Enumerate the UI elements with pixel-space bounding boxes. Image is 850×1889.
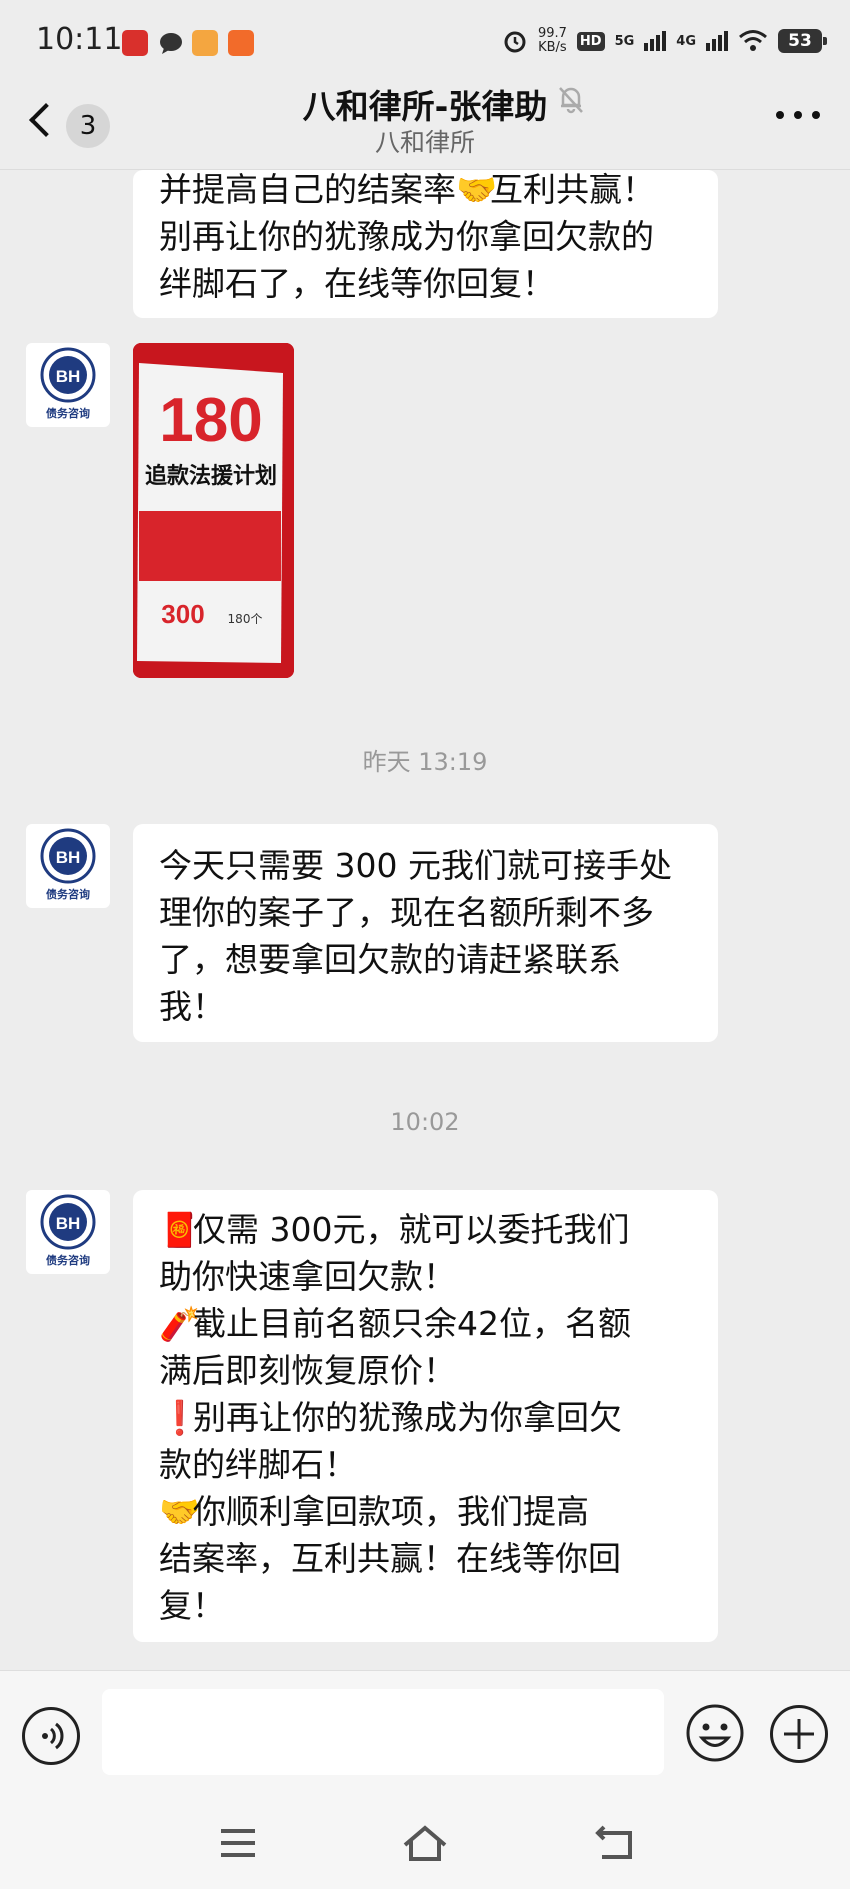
chat-header: 3 八和律所-张律助 八和律所	[0, 80, 850, 170]
firecracker-emoji-icon: 🧨	[159, 1304, 201, 1343]
message-text: 截止目前名额只余42位，名额 满后即刻恢复原价！	[159, 1304, 631, 1390]
voice-input-button[interactable]	[22, 1707, 80, 1765]
poster-note: 180个	[228, 612, 263, 626]
status-bar: 10:11 99.7 KB/s HD 5G 4G 53	[0, 0, 850, 80]
avatar-label: 债务咨询	[46, 888, 90, 901]
svg-text:BH: BH	[56, 367, 81, 386]
bell-muted-icon	[559, 87, 583, 114]
exclamation-emoji-icon: ❗	[159, 1398, 201, 1437]
input-bar	[0, 1670, 850, 1795]
cartoon-app-icon	[192, 30, 218, 56]
voice-icon	[42, 1722, 64, 1750]
message-bubble[interactable]: 🧧仅需 300元，就可以委托我们 助你快速拿回欠款！ 🧨截止目前名额只余42位，…	[133, 1190, 718, 1642]
hd-badge: HD	[576, 31, 605, 51]
chat-bubble-icon	[158, 30, 184, 56]
plus-icon[interactable]	[770, 1705, 828, 1763]
red-envelope-emoji-icon: 🧧	[159, 1210, 201, 1249]
handshake-emoji-icon: 🤝	[456, 170, 498, 209]
poster-image[interactable]: 180 追款法援计划 300 180个	[133, 343, 294, 678]
home-icon[interactable]	[400, 1823, 450, 1863]
network-type-b: 4G	[676, 33, 696, 49]
svg-text:BH: BH	[56, 1214, 81, 1233]
battery-indicator: 53	[778, 29, 827, 53]
wifi-icon	[739, 30, 767, 51]
message-bubble[interactable]: 今天只需要 300 元我们就可接手处 理你的案子了，现在名额所剩不多 了，想要拿…	[133, 824, 718, 1042]
chat-subtitle: 八和律所	[374, 128, 475, 157]
message-text: 仅需 300元，就可以委托我们 助你快速拿回欠款！	[159, 1210, 630, 1296]
emoji-button[interactable]	[685, 1703, 745, 1763]
status-indicators: 99.7 KB/s HD 5G 4G 53	[502, 24, 827, 58]
net-speed: 99.7 KB/s	[538, 27, 567, 55]
news-app-icon	[122, 30, 148, 56]
message-text: 你顺利拿回款项，我们提高 结案率，互利共赢！在线等你回 复！	[159, 1492, 621, 1625]
chat-title: 八和律所-张律助	[302, 87, 548, 126]
avatar[interactable]: BH 债务咨询	[26, 343, 110, 427]
signal-icon	[644, 31, 667, 51]
delivery-app-icon	[228, 30, 254, 56]
more-dot	[812, 111, 820, 119]
message-input[interactable]	[102, 1689, 664, 1775]
poster-headline: 追款法援计划	[145, 463, 277, 489]
more-dots-icon	[776, 111, 784, 119]
message-text: 今天只需要 300 元我们就可接手处 理你的案子了，现在名额所剩不多 了，想要拿…	[159, 846, 672, 1026]
avatar[interactable]: BH 债务咨询	[26, 824, 110, 908]
timestamp: 10:02	[390, 1108, 460, 1136]
network-type-a: 5G	[614, 33, 635, 49]
avatar-label: 债务咨询	[46, 1254, 90, 1267]
menu-icon[interactable]	[213, 1823, 263, 1863]
handshake-emoji-icon: 🤝	[159, 1492, 201, 1531]
avatar[interactable]: BH 债务咨询	[26, 1190, 110, 1274]
message-bubble[interactable]: 并提高自己的结案率🤝互利共赢！ 别再让你的犹豫成为你拿回欠款的 绊脚石了，在线等…	[133, 170, 718, 318]
more-options-button[interactable]	[776, 100, 820, 130]
timestamp: 昨天 13:19	[362, 748, 488, 776]
status-time: 10:11	[36, 22, 123, 57]
system-navigation-bar	[0, 1795, 850, 1889]
signal-icon	[706, 31, 728, 51]
message-text: 别再让你的犹豫成为你拿回欠 款的绊脚石！	[159, 1398, 622, 1484]
message-text: 并提高自己的结案率	[159, 170, 456, 209]
alarm-icon	[504, 31, 526, 53]
net-speed-value: 99.7	[537, 26, 567, 41]
poster-price: 300	[161, 599, 204, 629]
poster-top-text: 180	[159, 386, 262, 455]
more-dot	[794, 111, 802, 119]
back-icon[interactable]	[590, 1823, 640, 1863]
emoji-smile-icon	[686, 1704, 744, 1762]
net-speed-unit: KB/s	[538, 40, 567, 55]
avatar-label: 债务咨询	[46, 407, 90, 420]
svg-text:BH: BH	[56, 848, 81, 867]
